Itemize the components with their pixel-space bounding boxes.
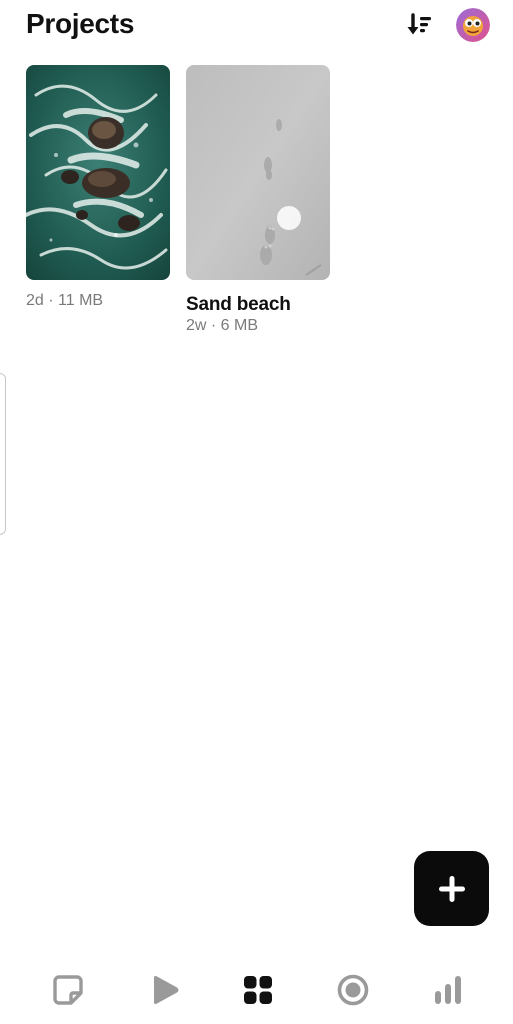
app-header: Projects xyxy=(0,0,513,56)
nav-item-stats[interactable] xyxy=(428,970,468,1010)
project-meta: 2w · 6 MB xyxy=(186,317,259,334)
play-icon xyxy=(154,976,179,1004)
project-meta: 2d · 11 MB xyxy=(26,292,104,309)
record-icon xyxy=(337,974,369,1006)
nav-item-record[interactable] xyxy=(333,970,373,1010)
bar-chart-icon xyxy=(435,976,461,1004)
grid-icon xyxy=(244,976,272,1004)
sticky-note-icon xyxy=(53,975,83,1005)
project-card[interactable]: 2d · 11 MB xyxy=(26,65,170,311)
sort-button[interactable] xyxy=(401,8,437,44)
sand-footprints-image xyxy=(186,65,330,280)
project-title: Sand beach xyxy=(186,294,291,315)
project-thumbnail[interactable] xyxy=(186,65,330,280)
sort-down-icon xyxy=(407,13,431,35)
project-thumbnail[interactable] xyxy=(26,65,170,280)
page-title: Projects xyxy=(26,8,135,39)
side-panel-handle[interactable] xyxy=(0,373,6,535)
plus-icon xyxy=(438,875,465,902)
profile-avatar[interactable] xyxy=(456,8,490,42)
avatar-icon xyxy=(456,8,490,42)
ocean-rocks-image xyxy=(26,65,170,280)
project-card[interactable]: Sand beach 2w · 6 MB xyxy=(186,65,330,336)
bottom-navigation xyxy=(0,952,513,1024)
nav-item-notes[interactable] xyxy=(48,970,88,1010)
nav-item-projects[interactable] xyxy=(238,970,278,1010)
new-project-button[interactable] xyxy=(414,851,489,926)
nav-item-play[interactable] xyxy=(144,970,184,1010)
